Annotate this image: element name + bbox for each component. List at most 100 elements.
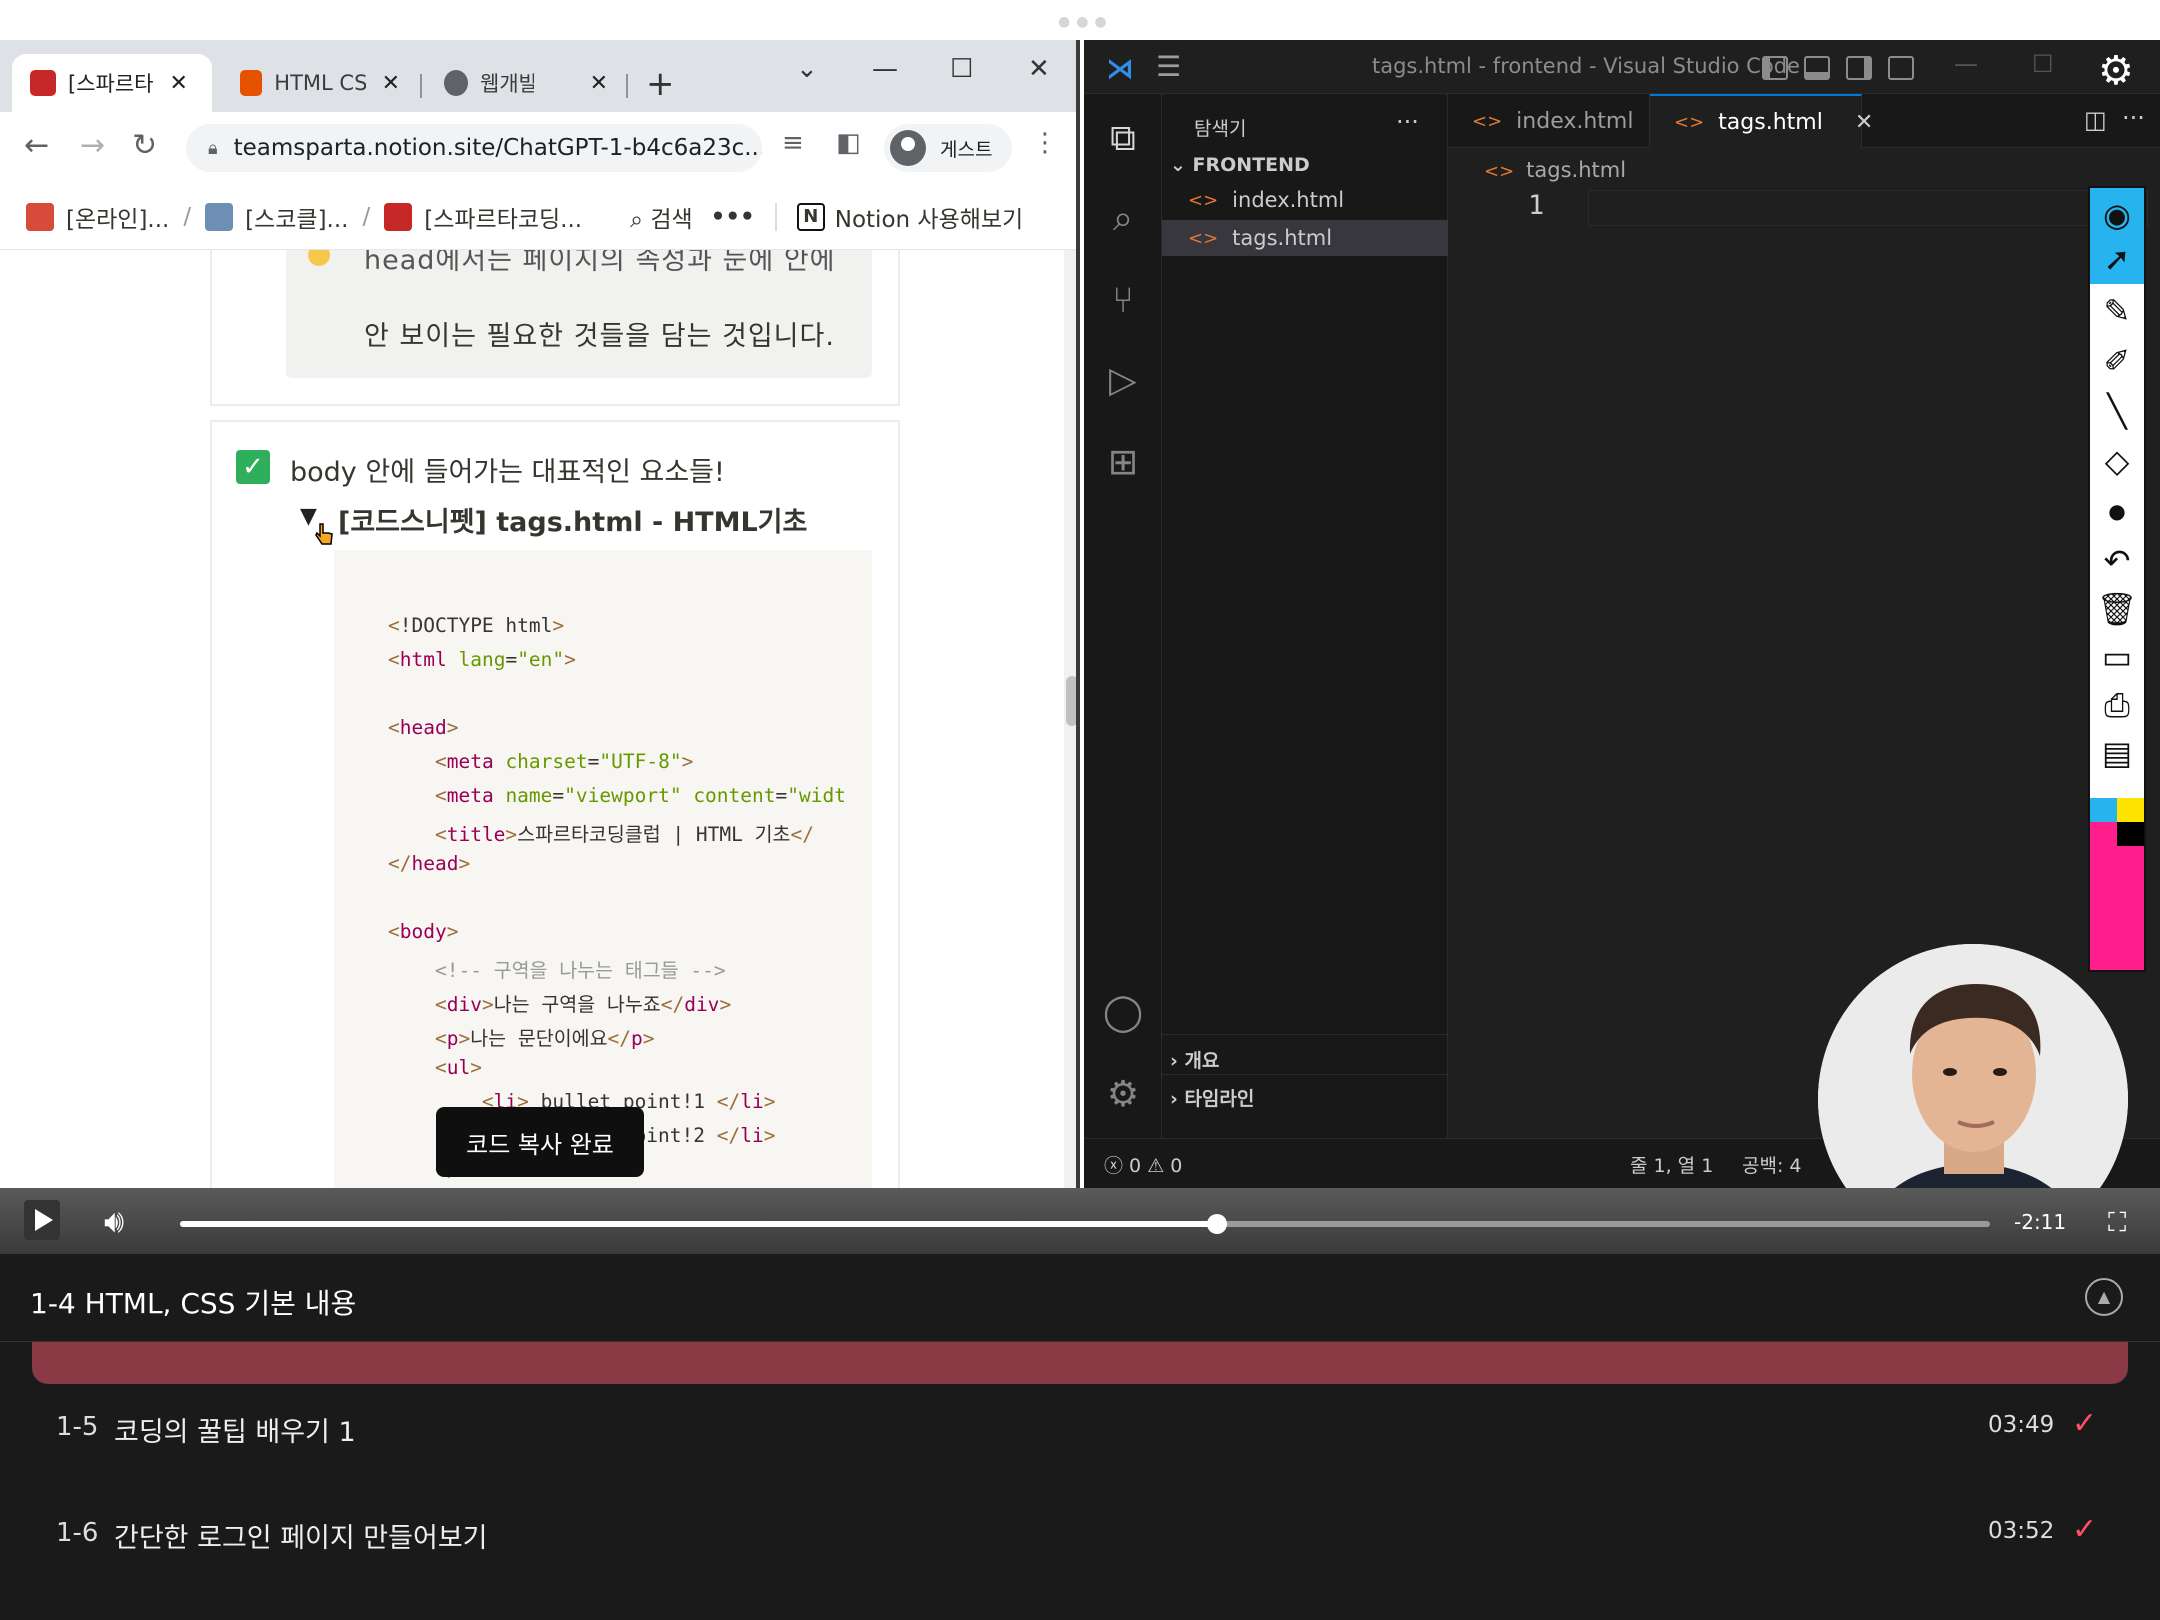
list-item[interactable]: 1-6 간단한 로그인 페이지 만들어보기 03:52 ✓: [0, 1498, 2160, 1568]
editor-breadcrumb[interactable]: <> tags.html: [1484, 158, 1626, 182]
address-bar-row: ← → ↻ 🔒︎ teamsparta.notion.site/ChatGPT-…: [0, 112, 1076, 184]
close-window-icon[interactable]: ✕: [1028, 54, 1050, 84]
tab-index-html[interactable]: <> index.html: [1448, 94, 1650, 148]
html-file-icon: <>: [1188, 189, 1219, 211]
browser-tab-html-css[interactable]: HTML CSS ✕: [222, 54, 418, 112]
fullscreen-icon[interactable]: ⛶: [2108, 1208, 2126, 1239]
breadcrumb-sparta[interactable]: [스파르타코딩...: [384, 200, 582, 234]
tab-search-chevron-icon[interactable]: ⌄: [796, 54, 818, 84]
split-editor-icon[interactable]: ◫: [2084, 106, 2107, 134]
volume-icon[interactable]: 🔊︎: [104, 1202, 124, 1241]
url-input[interactable]: 🔒︎ teamsparta.notion.site/ChatGPT-1-b4c6…: [186, 124, 762, 172]
breadcrumb-skokl[interactable]: [스코클]...: [205, 200, 349, 234]
run-debug-icon[interactable]: ▷: [1100, 358, 1146, 404]
source-control-icon[interactable]: ⑂: [1100, 278, 1146, 324]
code-block[interactable]: <!DOCTYPE html> <html lang="en"> <head> …: [334, 550, 872, 1188]
cursor-arrow-icon[interactable]: ➚: [2096, 238, 2138, 280]
back-arrow-icon[interactable]: ←: [24, 128, 49, 163]
camera-icon[interactable]: ⎙: [2096, 684, 2138, 726]
browser-tab-sparta[interactable]: [스파르타 ✕: [12, 54, 212, 112]
explorer-files-icon[interactable]: ⧉: [1100, 116, 1146, 162]
cursor-position[interactable]: 줄 1, 열 1: [1630, 1151, 1713, 1178]
brush-size-dot-icon[interactable]: ●: [2096, 490, 2138, 532]
toggle-secondary-sidebar-icon[interactable]: [1846, 56, 1872, 80]
maximize-icon[interactable]: ☐: [950, 54, 973, 84]
collapse-chevron-up-icon[interactable]: ▲: [2085, 1278, 2123, 1316]
reload-icon[interactable]: ↻: [132, 128, 157, 163]
warning-icon: ⚠: [1147, 1155, 1171, 1177]
explorer-sidebar: 탐색기 ··· ⌄ FRONTEND <> index.html <> tags.h…: [1162, 94, 1448, 1138]
highlighter-icon[interactable]: ✐: [2096, 340, 2138, 382]
minimize-icon[interactable]: —: [872, 54, 898, 84]
progress-handle[interactable]: [1207, 1214, 1227, 1234]
notion-logo-icon: N: [796, 202, 825, 231]
play-button[interactable]: [24, 1200, 60, 1240]
side-panel-icon[interactable]: ◧: [836, 128, 861, 158]
manage-gear-icon[interactable]: ⚙: [1100, 1072, 1146, 1118]
window-title: tags.html - frontend - Visual Studio Cod…: [1372, 54, 1800, 78]
tab-tags-html[interactable]: <> tags.html ✕: [1650, 94, 1873, 148]
chevron-down-icon: ⌄: [1170, 154, 1193, 176]
toggle-sidebar-icon[interactable]: [1762, 56, 1788, 80]
outline-section[interactable]: › 개요: [1170, 1046, 1219, 1073]
account-icon[interactable]: ◯: [1100, 990, 1146, 1036]
profile-button[interactable]: 게스트: [884, 124, 1012, 172]
more-icon[interactable]: •••: [711, 204, 755, 230]
more-actions-icon[interactable]: ···: [2122, 104, 2145, 132]
notion-search-button[interactable]: ⌕ 검색: [630, 200, 693, 234]
eye-icon[interactable]: ◉: [2096, 194, 2138, 236]
checkbox-checked-icon[interactable]: ✓: [236, 450, 270, 484]
clipboard-icon[interactable]: ▤: [2096, 732, 2138, 774]
forward-arrow-icon[interactable]: →: [80, 128, 105, 163]
progress-fill: [180, 1221, 1217, 1227]
settings-gear-icon[interactable]: ⚙: [2098, 48, 2134, 94]
active-lesson-highlight: [32, 1342, 2128, 1384]
completed-check-icon: ✓: [2072, 1512, 2098, 1547]
trash-icon[interactable]: 🗑︎: [2096, 588, 2138, 630]
vscode-logo-icon: ⋊: [1106, 52, 1134, 85]
maximize-icon[interactable]: ☐: [2032, 50, 2054, 78]
try-notion-button[interactable]: N Notion 사용해보기: [796, 200, 1023, 234]
hamburger-menu-icon[interactable]: ☰: [1156, 50, 1181, 83]
close-tab-icon[interactable]: ✕: [382, 71, 400, 96]
error-icon: ⓧ: [1104, 1155, 1130, 1177]
whiteboard-icon[interactable]: ▭: [2096, 636, 2138, 678]
top-drag-handle: ●●●: [0, 0, 2160, 40]
chevron-right-icon: ›: [1170, 1050, 1185, 1072]
browser-tab-webdev[interactable]: 웹개발 ✕: [426, 54, 626, 112]
browser-menu-icon[interactable]: ⋮: [1032, 128, 1058, 158]
folder-frontend[interactable]: ⌄ FRONTEND: [1170, 154, 1310, 176]
extensions-icon[interactable]: ⊞: [1100, 440, 1146, 486]
completed-check-icon: ✓: [2072, 1406, 2098, 1441]
search-icon[interactable]: ⌕: [1100, 196, 1146, 242]
color-swatch[interactable]: [2090, 846, 2144, 970]
timeline-section[interactable]: › 타임라인: [1170, 1084, 1254, 1111]
editor-tabs: <> index.html <> tags.html ✕ ◫ ···: [1448, 94, 2160, 148]
more-actions-icon[interactable]: ···: [1396, 108, 1419, 136]
eraser-icon[interactable]: ◇: [2096, 440, 2138, 482]
file-tags-html[interactable]: <> tags.html: [1162, 220, 1448, 256]
customize-layout-icon[interactable]: [1888, 56, 1914, 80]
line-tool-icon[interactable]: ╲: [2096, 390, 2138, 432]
breadcrumb-online[interactable]: [온라인]...: [26, 200, 169, 234]
close-tab-icon[interactable]: ✕: [1855, 110, 1873, 135]
scrollbar-thumb[interactable]: [1066, 676, 1076, 726]
close-tab-icon[interactable]: ✕: [169, 71, 187, 96]
undo-icon[interactable]: ↶: [2096, 540, 2138, 582]
file-index-html[interactable]: <> index.html: [1162, 182, 1448, 218]
minimize-icon[interactable]: —: [1954, 50, 1978, 78]
indentation-spaces[interactable]: 공백: 4: [1742, 1151, 1802, 1178]
close-tab-icon[interactable]: ✕: [590, 71, 608, 96]
browser-tab-bar: [스파르타 ✕ HTML CSS ✕ 웹개발 ✕ + ⌄ — ☐ ✕: [0, 40, 1076, 112]
list-item[interactable]: 1-5 코딩의 꿀팁 배우기 1 03:49 ✓: [0, 1392, 2160, 1462]
toggle-panel-icon[interactable]: [1804, 56, 1830, 80]
reading-list-icon[interactable]: ≡: [782, 128, 804, 158]
html-file-icon: <>: [1472, 110, 1503, 132]
activity-bar: ⧉ ⌕ ⑂ ▷ ⊞ ◯ ⚙: [1084, 94, 1162, 1138]
pen-nib-icon[interactable]: ✎: [2096, 290, 2138, 332]
todo-label: body 안에 들어가는 대표적인 요소들!: [290, 457, 725, 488]
current-lesson-title: 1-4 HTML, CSS 기본 내용: [30, 1287, 357, 1320]
new-tab-button[interactable]: +: [646, 64, 675, 104]
toggle-title[interactable]: [코드스니펫] tags.html - HTML기초: [338, 500, 807, 539]
problems-indicator[interactable]: ⓧ 0 ⚠ 0: [1104, 1151, 1182, 1178]
